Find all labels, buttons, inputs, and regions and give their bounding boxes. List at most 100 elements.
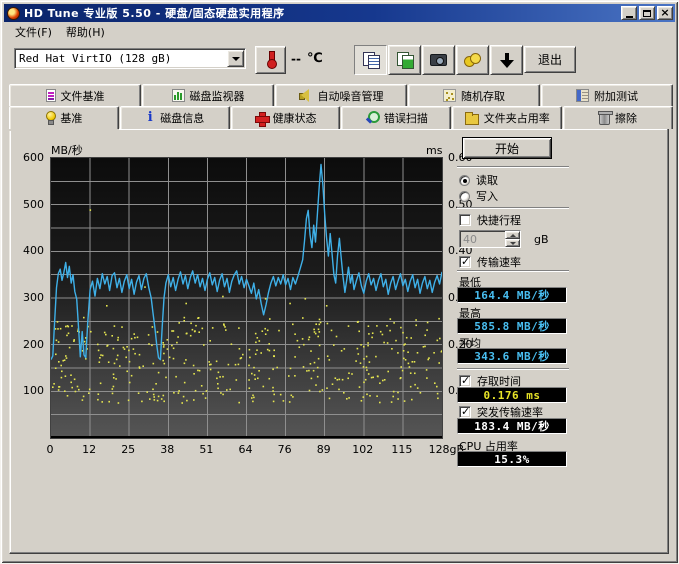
temperature-value: -- [291,52,301,66]
min-label: 最低 [459,274,481,287]
x-tick-label: 115 [391,443,412,456]
minimize-icon [626,16,633,18]
x-tick-label: 0 [47,443,54,456]
screenshot-button[interactable] [422,45,455,75]
max-transfer-rate-value: 585.8 MB/秒 [457,318,567,334]
checkbox-icon [459,375,471,387]
x-tick-label: 38 [160,443,174,456]
min-transfer-rate-value: 164.4 MB/秒 [457,287,567,303]
drive-selector-dropdown-button[interactable] [227,50,244,67]
tab-folder-usage[interactable]: 文件夹占用率 [452,106,562,129]
benchmark-page: MB/秒 ms 600500400300200100 0.600.500.400… [9,128,669,554]
copy-icon [363,52,379,68]
tab-error-scan[interactable]: 错误扫描 [341,106,451,129]
screenshot-icon [430,54,447,66]
stepper-up-button[interactable] [505,231,520,239]
max-label: 最高 [459,305,481,318]
tab-health[interactable]: 健康状态 [231,106,341,129]
cpu-usage-label: CPU 占用率 [459,438,518,451]
tab-row-front: 基准 i磁盘信息 健康状态 错误扫描 文件夹占用率 擦除 [9,106,673,129]
chart-canvas [51,158,442,438]
x-tick-label: 64 [239,443,253,456]
menubar: 文件(F) 帮助(H) [4,22,675,41]
tab-aam[interactable]: 自动噪音管理 [275,84,407,106]
separator [457,207,569,209]
access-time-checkbox[interactable]: 存取时间 [459,374,521,388]
x-tick-label: 51 [199,443,213,456]
short-stroke-checkbox[interactable]: 快捷行程 [459,213,521,227]
radio-icon [459,191,470,202]
y-left-tick-label: 400 [23,244,44,257]
short-stroke-size-value: 40 [460,231,505,247]
minimize-button[interactable] [621,6,637,20]
titlebar: HD Tune 专业版 5.50 - 硬盘/固态硬盘实用程序 × [4,4,675,22]
copy-image-button[interactable] [388,45,421,75]
x-tick-label: 76 [278,443,292,456]
separator [457,166,569,168]
radio-icon [459,175,470,186]
separator [457,368,569,370]
donate-icon [464,53,481,67]
close-button[interactable]: × [657,6,673,20]
cpu-usage-value: 15.3% [457,451,567,467]
tab-erase[interactable]: 擦除 [563,106,673,129]
save-results-icon [500,53,514,68]
access-time-value: 0.176 ms [457,387,567,403]
y-left-tick-label: 100 [23,384,44,397]
toolbar: Red Hat VirtIO (128 gB) -- ℃ 退出 [4,41,675,83]
tab-disk-monitor[interactable]: 磁盘监视器 [142,84,274,106]
transfer-rate-checkbox[interactable]: 传输速率 [459,255,521,269]
aam-icon [299,89,313,102]
checkbox-icon [459,214,471,226]
copy-image-icon [397,52,413,68]
tab-file-benchmark[interactable]: 文件基准 [9,84,141,106]
avg-transfer-rate-value: 343.6 MB/秒 [457,348,567,364]
random-access-icon [443,89,456,102]
x-axis-ticks: 012253851647689102115128gB [50,443,450,457]
tab-random-access[interactable]: 随机存取 [408,84,540,106]
burst-rate-value: 183.4 MB/秒 [457,418,567,434]
benchmark-icon [45,111,55,125]
start-button[interactable]: 开始 [462,137,552,159]
health-icon [255,112,268,125]
tab-row-back: 文件基准 磁盘监视器 自动噪音管理 随机存取 附加测试 [9,84,673,106]
menu-help[interactable]: 帮助(H) [59,22,112,42]
hdtune-window: HD Tune 专业版 5.50 - 硬盘/固态硬盘实用程序 × 文件(F) 帮… [0,0,679,564]
tab-disk-info[interactable]: i磁盘信息 [120,106,230,129]
y-left-tick-label: 500 [23,198,44,211]
y-left-axis-title: MB/秒 [51,142,83,158]
y-left-tick-label: 600 [23,151,44,164]
copy-text-button[interactable] [354,45,387,75]
donate-button[interactable] [456,45,489,75]
separator [457,270,569,272]
exit-button[interactable]: 退出 [524,46,576,73]
short-stroke-size-stepper[interactable]: 40 [459,230,521,248]
x-tick-label: 102 [352,443,373,456]
checkbox-icon [459,256,471,268]
drive-selector[interactable]: Red Hat VirtIO (128 gB) [14,48,246,69]
close-icon: × [660,8,669,18]
dropdown-icon [232,57,240,61]
y-left-tick-label: 300 [23,291,44,304]
read-radio[interactable]: 读取 [459,173,498,187]
up-triangle-icon [510,234,516,237]
tab-extra-tests[interactable]: 附加测试 [541,84,673,106]
temperature-button[interactable] [255,46,286,74]
extra-tests-icon [576,89,589,102]
app-icon [7,7,20,20]
save-results-button[interactable] [490,45,523,75]
stepper-down-button[interactable] [505,239,520,247]
checkbox-icon [459,406,471,418]
benchmark-chart [50,157,443,439]
write-radio[interactable]: 写入 [459,189,498,203]
folder-usage-icon [465,114,479,125]
file-benchmark-icon [46,89,56,102]
x-tick-label: 12 [82,443,96,456]
x-tick-label: 89 [317,443,331,456]
maximize-button[interactable] [639,6,655,20]
menu-file[interactable]: 文件(F) [8,22,59,42]
x-tick-label: 25 [121,443,135,456]
tab-benchmark[interactable]: 基准 [9,106,119,129]
y-left-axis-ticks: 600500400300200100 [10,157,46,447]
burst-rate-checkbox[interactable]: 突发传输速率 [459,405,543,419]
